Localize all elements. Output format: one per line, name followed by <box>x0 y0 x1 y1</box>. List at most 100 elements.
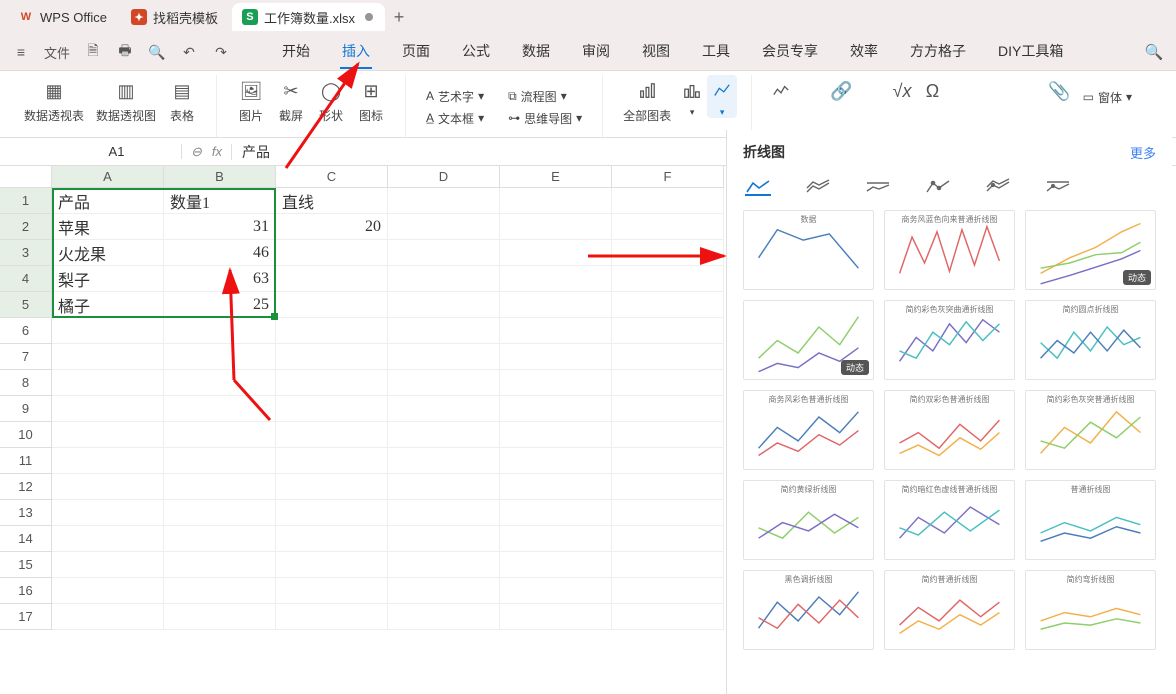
cell-reference-box[interactable]: A1 <box>52 144 182 159</box>
row-header[interactable]: 11 <box>0 448 52 474</box>
row-header[interactable]: 8 <box>0 370 52 396</box>
cell-C5[interactable] <box>276 292 388 318</box>
cell-E16[interactable] <box>500 578 612 604</box>
row-header[interactable]: 15 <box>0 552 52 578</box>
cell-B16[interactable] <box>164 578 276 604</box>
new-tab-button[interactable]: + <box>385 7 413 28</box>
cell-A12[interactable] <box>52 474 164 500</box>
cell-A5[interactable]: 橘子 <box>52 292 164 318</box>
line-type-100stacked-markers[interactable] <box>1045 178 1071 196</box>
link-button[interactable]: 🔗 <box>824 75 858 105</box>
pivot-table-button[interactable]: ▦数据透视表 <box>18 75 90 124</box>
ribbon-tab-0[interactable]: 开始 <box>280 35 312 69</box>
row-header[interactable]: 4 <box>0 266 52 292</box>
preview-icon[interactable]: 🔍 <box>148 44 166 61</box>
cell-A14[interactable] <box>52 526 164 552</box>
attachment-button[interactable]: 📎 <box>1042 75 1076 105</box>
cell-A10[interactable] <box>52 422 164 448</box>
cell-F7[interactable] <box>612 344 724 370</box>
cell-B10[interactable] <box>164 422 276 448</box>
screenshot-button[interactable]: ✂截屏 <box>271 75 311 124</box>
cell-D1[interactable] <box>388 188 500 214</box>
cell-C1[interactable]: 直线 <box>276 188 388 214</box>
cell-D13[interactable] <box>388 500 500 526</box>
column-header[interactable]: A <box>52 166 164 188</box>
print-icon[interactable]: 🖶 <box>116 40 134 64</box>
cell-B12[interactable] <box>164 474 276 500</box>
formula-input[interactable]: 产品 <box>232 142 270 162</box>
cell-B5[interactable]: 25 <box>164 292 276 318</box>
cell-A9[interactable] <box>52 396 164 422</box>
cell-D11[interactable] <box>388 448 500 474</box>
cell-F16[interactable] <box>612 578 724 604</box>
row-header[interactable]: 12 <box>0 474 52 500</box>
cell-D6[interactable] <box>388 318 500 344</box>
cell-D9[interactable] <box>388 396 500 422</box>
cell-F11[interactable] <box>612 448 724 474</box>
cell-D10[interactable] <box>388 422 500 448</box>
file-menu[interactable]: 文件 <box>44 43 70 62</box>
cell-A7[interactable] <box>52 344 164 370</box>
cell-F1[interactable] <box>612 188 724 214</box>
cell-E17[interactable] <box>500 604 612 630</box>
forms-button[interactable]: ▭窗体▾ <box>1077 85 1138 107</box>
chart-thumb-0[interactable]: 数据 <box>743 210 874 290</box>
cell-A16[interactable] <box>52 578 164 604</box>
cell-D14[interactable] <box>388 526 500 552</box>
cell-F2[interactable] <box>612 214 724 240</box>
chart-thumb-7[interactable]: 简约双彩色普通折线图 <box>884 390 1015 470</box>
flowchart-button[interactable]: ⧉流程图▾ <box>502 84 573 106</box>
cell-F12[interactable] <box>612 474 724 500</box>
cell-C8[interactable] <box>276 370 388 396</box>
cell-F10[interactable] <box>612 422 724 448</box>
cell-E9[interactable] <box>500 396 612 422</box>
cell-F17[interactable] <box>612 604 724 630</box>
cell-D4[interactable] <box>388 266 500 292</box>
picture-button[interactable]: 🖼图片 <box>231 75 271 124</box>
cell-E1[interactable] <box>500 188 612 214</box>
cell-C16[interactable] <box>276 578 388 604</box>
ribbon-tab-2[interactable]: 页面 <box>400 35 432 69</box>
chart-thumb-3[interactable]: 动态 <box>743 300 874 380</box>
cell-E12[interactable] <box>500 474 612 500</box>
line-type-stacked-markers[interactable] <box>985 178 1011 196</box>
cell-B3[interactable]: 46 <box>164 240 276 266</box>
cell-A6[interactable] <box>52 318 164 344</box>
cell-F8[interactable] <box>612 370 724 396</box>
cell-E8[interactable] <box>500 370 612 396</box>
pivot-chart-button[interactable]: ▥数据透视图 <box>90 75 162 124</box>
equation-button[interactable]: √x <box>887 75 918 105</box>
cell-E2[interactable] <box>500 214 612 240</box>
row-header[interactable]: 16 <box>0 578 52 604</box>
cell-B8[interactable] <box>164 370 276 396</box>
select-all-corner[interactable] <box>0 166 52 188</box>
save-icon[interactable]: 🗎 <box>84 40 102 64</box>
ribbon-tab-7[interactable]: 工具 <box>700 35 732 69</box>
row-header[interactable]: 5 <box>0 292 52 318</box>
chart-thumb-2[interactable]: 动态 <box>1025 210 1156 290</box>
cell-B4[interactable]: 63 <box>164 266 276 292</box>
cell-D3[interactable] <box>388 240 500 266</box>
cell-B13[interactable] <box>164 500 276 526</box>
cell-A17[interactable] <box>52 604 164 630</box>
cell-B15[interactable] <box>164 552 276 578</box>
cell-A13[interactable] <box>52 500 164 526</box>
cell-B1[interactable]: 数量1 <box>164 188 276 214</box>
line-chart-button[interactable]: ▾ <box>707 75 737 118</box>
panel-more-link[interactable]: 更多 <box>1130 143 1156 162</box>
textbox-button[interactable]: A̲文本框▾ <box>420 106 490 128</box>
line-type-basic[interactable] <box>745 178 771 196</box>
ribbon-tab-6[interactable]: 视图 <box>640 35 672 69</box>
redo-icon[interactable]: ↷ <box>212 44 230 61</box>
cell-A1[interactable]: 产品 <box>52 188 164 214</box>
cell-F5[interactable] <box>612 292 724 318</box>
cell-C14[interactable] <box>276 526 388 552</box>
row-header[interactable]: 3 <box>0 240 52 266</box>
cell-D15[interactable] <box>388 552 500 578</box>
line-type-100stacked[interactable] <box>865 178 891 196</box>
cell-E14[interactable] <box>500 526 612 552</box>
chart-thumb-14[interactable]: 简约弯折线图 <box>1025 570 1156 650</box>
chart-thumb-11[interactable]: 普通折线图 <box>1025 480 1156 560</box>
cell-B9[interactable] <box>164 396 276 422</box>
cell-D16[interactable] <box>388 578 500 604</box>
